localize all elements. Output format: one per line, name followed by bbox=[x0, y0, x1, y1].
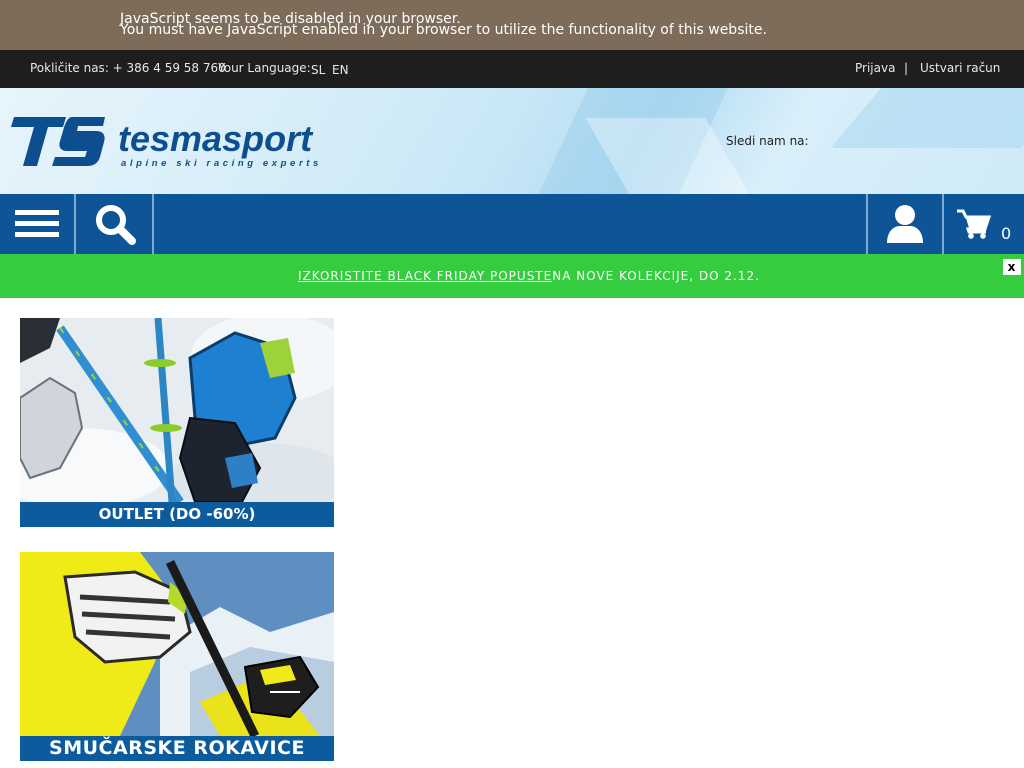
promo-rest-text: NA NOVE KOLEKCIJE, DO 2.12. bbox=[552, 269, 760, 283]
js-disabled-notice: JavaScript seems to be disabled in your … bbox=[0, 0, 1024, 50]
search-icon bbox=[96, 205, 136, 245]
login-link[interactable]: Prijava bbox=[855, 61, 895, 75]
top-bar: Pokličite nas: + 386 4 59 58 760 Your La… bbox=[0, 50, 1024, 88]
search-button[interactable] bbox=[78, 194, 154, 254]
follow-us-label: Sledi nam na: bbox=[726, 134, 809, 148]
cart-icon bbox=[957, 209, 991, 239]
ski-gloves-image bbox=[20, 552, 334, 738]
promo-text: IZKORISTITE BLACK FRIDAY POPUSTENA NOVE … bbox=[298, 269, 760, 283]
cart-count: 0 bbox=[1001, 224, 1012, 243]
logo-text: tesmasport bbox=[118, 118, 314, 159]
site-header: tesmasport alpine ski racing experts Sle… bbox=[0, 88, 1024, 194]
account-button[interactable] bbox=[866, 194, 944, 254]
language-en-link[interactable]: EN bbox=[332, 63, 349, 77]
main-navbar bbox=[0, 194, 1024, 254]
gloves-banner-caption: SMUČARSKE ROKAVICE bbox=[20, 736, 334, 761]
site-logo[interactable]: tesmasport alpine ski racing experts bbox=[10, 114, 342, 170]
logo-tagline: alpine ski racing experts bbox=[121, 158, 322, 169]
cart-button[interactable] bbox=[946, 194, 1024, 254]
ski-poles-gloves-image bbox=[20, 318, 334, 513]
hamburger-menu-icon bbox=[15, 210, 59, 237]
topbar-separator: | bbox=[904, 61, 909, 75]
language-sl-link[interactable]: SL bbox=[311, 63, 325, 77]
promo-link[interactable]: IZKORISTITE BLACK FRIDAY POPUSTE bbox=[298, 269, 552, 283]
user-icon bbox=[887, 205, 923, 243]
outlet-banner[interactable]: OUTLET (DO -60%) bbox=[20, 318, 334, 527]
menu-button[interactable] bbox=[0, 194, 76, 254]
promo-close-button[interactable]: x bbox=[1003, 259, 1021, 275]
register-link[interactable]: Ustvari račun bbox=[920, 61, 1000, 75]
outlet-banner-caption: OUTLET (DO -60%) bbox=[20, 502, 334, 527]
phone-number: Pokličite nas: + 386 4 59 58 760 bbox=[30, 61, 226, 75]
language-label: Your Language: bbox=[218, 61, 311, 75]
gloves-banner[interactable]: SMUČARSKE ROKAVICE bbox=[20, 552, 334, 761]
header-decor bbox=[830, 88, 1024, 148]
js-notice-line-2: You must have JavaScript enabled in your… bbox=[120, 22, 767, 38]
promo-bar: IZKORISTITE BLACK FRIDAY POPUSTENA NOVE … bbox=[0, 254, 1024, 298]
